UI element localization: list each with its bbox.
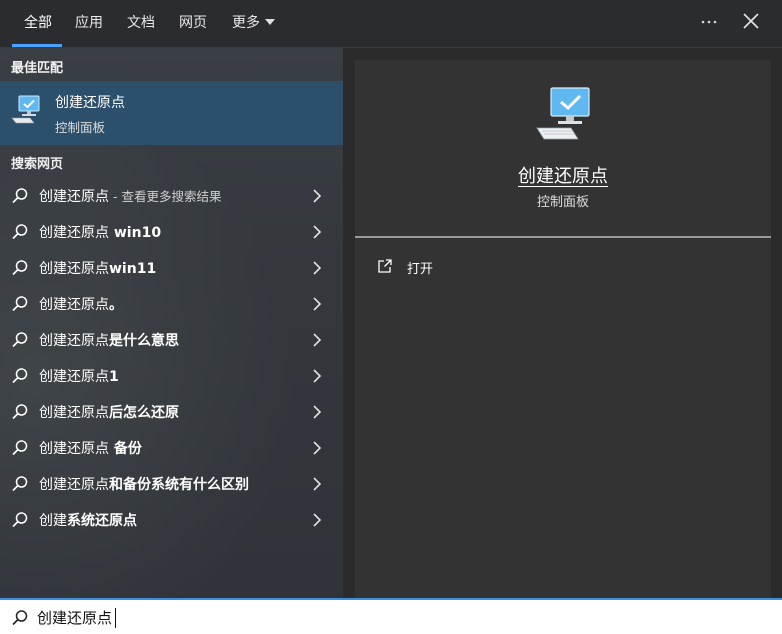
open-external-icon — [378, 259, 392, 273]
web-result-label: 创建系统还原点 — [39, 513, 137, 529]
tab-all[interactable]: 全部 — [24, 12, 52, 34]
search-input[interactable] — [37, 604, 737, 630]
detail-title[interactable]: 创建还原点 — [355, 162, 771, 188]
computer-check-icon — [536, 87, 590, 140]
web-result-item[interactable]: 创建还原点。 — [0, 285, 343, 321]
web-result-label: 创建还原点 - 查看更多搜索结果 — [39, 189, 222, 205]
tab-web[interactable]: 网页 — [179, 12, 207, 34]
search-icon — [12, 512, 28, 528]
tab-apps[interactable]: 应用 — [75, 12, 103, 34]
search-icon — [12, 332, 28, 348]
web-result-label: 创建还原点1 — [39, 369, 119, 385]
more-options-button[interactable] — [699, 10, 723, 34]
web-result-label: 创建还原点是什么意思 — [39, 333, 179, 349]
web-result-item[interactable]: 创建还原点 win10 — [0, 213, 343, 249]
web-search-heading: 搜索网页 — [11, 157, 64, 172]
chevron-down-icon — [265, 19, 275, 25]
text-cursor — [115, 608, 116, 628]
search-bar — [0, 598, 782, 634]
web-result-item[interactable]: 创建还原点后怎么还原 — [0, 393, 343, 429]
more-options-icon — [701, 20, 717, 24]
chevron-right-icon — [313, 477, 322, 491]
best-match-title: 创建还原点 — [55, 95, 125, 111]
computer-check-icon — [11, 95, 40, 124]
tab-more-label: 更多 — [232, 15, 260, 31]
close-icon — [743, 13, 759, 29]
divider — [355, 236, 771, 238]
chevron-right-icon — [313, 225, 322, 239]
search-icon — [12, 368, 28, 384]
chevron-right-icon — [313, 369, 322, 383]
web-result-item[interactable]: 创建还原点 - 查看更多搜索结果 — [0, 177, 343, 213]
detail-subtitle: 控制面板 — [536, 195, 589, 210]
close-button[interactable] — [740, 10, 762, 32]
best-match-heading: 最佳匹配 — [11, 61, 64, 76]
search-icon — [12, 188, 28, 204]
detail-panel: 创建还原点 控制面板 打开 — [355, 60, 771, 598]
chevron-right-icon — [313, 513, 322, 527]
search-icon — [12, 296, 28, 312]
web-result-item[interactable]: 创建还原点 备份 — [0, 429, 343, 465]
search-icon — [12, 440, 28, 456]
search-icon — [12, 260, 28, 276]
web-result-item[interactable]: 创建还原点1 — [0, 357, 343, 393]
chevron-right-icon — [313, 405, 322, 419]
chevron-right-icon — [313, 189, 322, 203]
web-result-item[interactable]: 创建还原点和备份系统有什么区别 — [0, 465, 343, 501]
web-result-item[interactable]: 创建还原点是什么意思 — [0, 321, 343, 357]
best-match-subtitle: 控制面板 — [55, 120, 106, 135]
open-label: 打开 — [407, 262, 434, 277]
best-match-item[interactable]: 创建还原点 控制面板 — [0, 81, 343, 145]
web-result-item[interactable]: 创建还原点win11 — [0, 249, 343, 285]
search-icon — [12, 404, 28, 420]
web-result-item[interactable]: 创建系统还原点 — [0, 501, 343, 537]
chevron-right-icon — [313, 297, 322, 311]
web-result-label: 创建还原点。 — [39, 297, 123, 313]
search-icon — [12, 610, 28, 626]
open-button[interactable]: 打开 — [375, 256, 575, 280]
web-result-label: 创建还原点 备份 — [39, 441, 142, 457]
web-result-label: 创建还原点 win10 — [39, 225, 162, 241]
chevron-right-icon — [313, 261, 322, 275]
web-result-label: 创建还原点后怎么还原 — [39, 405, 179, 421]
active-tab-indicator — [12, 44, 62, 47]
tab-more[interactable]: 更多 — [232, 12, 275, 34]
results-panel: 最佳匹配 创建还原点 控制面板 搜索网页 创建还原点 - 查看更多搜索结果 创建… — [0, 48, 343, 598]
search-icon — [12, 224, 28, 240]
chevron-right-icon — [313, 333, 322, 347]
web-result-label: 创建还原点和备份系统有什么区别 — [39, 477, 249, 493]
web-result-label: 创建还原点win11 — [39, 261, 157, 277]
search-icon — [12, 476, 28, 492]
tab-documents[interactable]: 文档 — [127, 12, 155, 34]
top-nav-bar: 全部 应用 文档 网页 更多 — [0, 0, 782, 48]
chevron-right-icon — [313, 441, 322, 455]
